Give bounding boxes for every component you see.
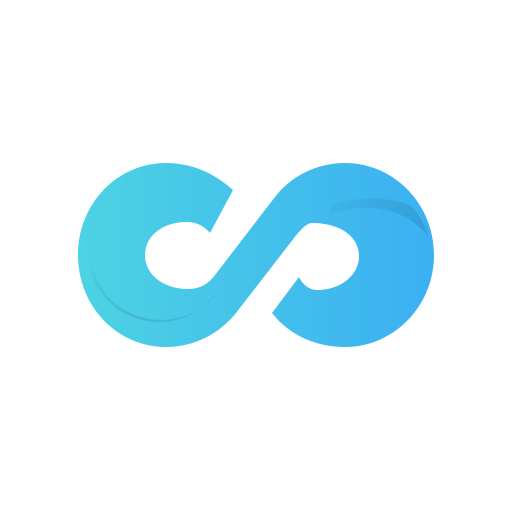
infinity-band bbox=[78, 163, 434, 347]
infinity-logo-icon bbox=[78, 163, 434, 347]
app-icon-canvas bbox=[0, 0, 512, 512]
